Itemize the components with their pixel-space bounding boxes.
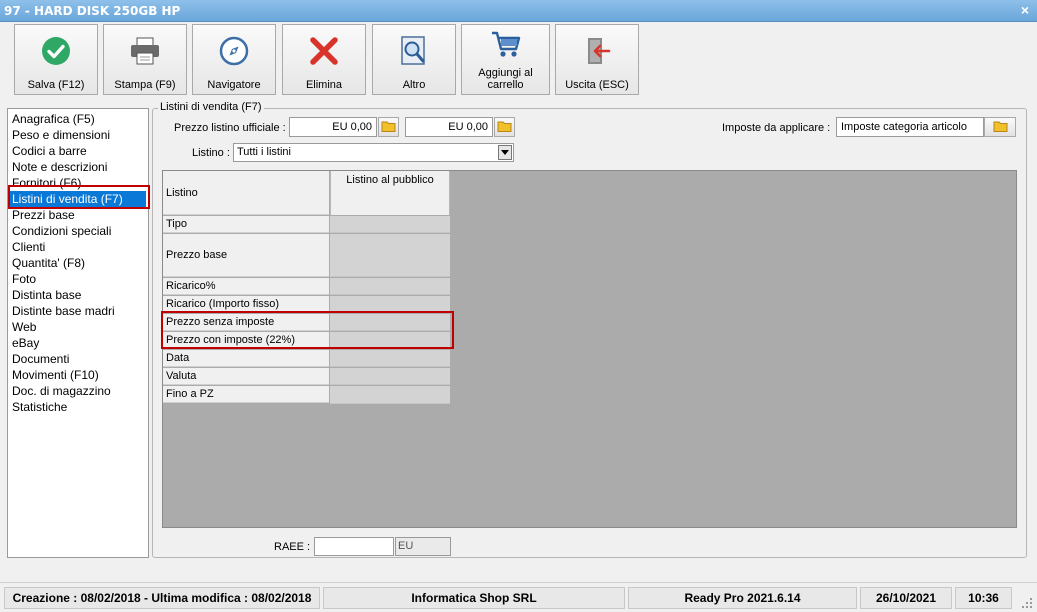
nav-item-distinte-base-madri[interactable]: Distinte base madri <box>12 303 115 319</box>
imposte-lookup-button[interactable] <box>984 117 1016 137</box>
nav-item-ebay[interactable]: eBay <box>12 335 39 351</box>
navigator-button[interactable]: Navigatore <box>192 24 276 95</box>
grid-cell-data[interactable] <box>330 350 450 367</box>
listino-label: Listino : <box>192 147 230 159</box>
document-search-icon <box>399 35 429 70</box>
toolbar: Salva (F12) Stampa (F9) Navigatore Elimi… <box>0 22 1037 98</box>
raee-field[interactable] <box>314 537 394 556</box>
nav-item-movimenti[interactable]: Movimenti (F10) <box>12 367 99 383</box>
rows-highlight-box <box>161 311 454 349</box>
row-header-valuta: Valuta <box>163 368 329 385</box>
exit-icon <box>582 35 612 70</box>
nav-item-statistiche[interactable]: Statistiche <box>12 399 67 415</box>
nav-item-doc-magazzino[interactable]: Doc. di magazzino <box>12 383 111 399</box>
grid-cell-prezzo-base[interactable] <box>330 234 450 277</box>
nav-item-note-descrizioni[interactable]: Note e descrizioni <box>12 159 107 175</box>
print-label: Stampa (F9) <box>114 79 176 91</box>
nav-item-distinta-base[interactable]: Distinta base <box>12 287 81 303</box>
status-bar: Creazione : 08/02/2018 - Ultima modifica… <box>0 582 1037 612</box>
row-header-prezzo-base: Prezzo base <box>163 234 329 277</box>
more-label: Altro <box>402 79 426 91</box>
status-date: 26/10/2021 <box>860 587 952 609</box>
delete-x-icon <box>308 35 340 70</box>
navigator-label: Navigatore <box>207 79 261 91</box>
printer-icon <box>129 36 161 69</box>
nav-item-quantita[interactable]: Quantita' (F8) <box>12 255 85 271</box>
row-header-ricarico: Ricarico% <box>163 278 329 295</box>
prezzo-listino-label: Prezzo listino ufficiale : <box>174 122 286 134</box>
status-version: Ready Pro 2021.6.14 <box>628 587 857 609</box>
exit-label: Uscita (ESC) <box>565 79 629 91</box>
window-title: 97 - HARD DISK 250GB HP <box>4 4 181 18</box>
prezzo-listino-field-2[interactable]: EU 0,00 <box>405 117 493 137</box>
prezzo-listino-field-1[interactable]: EU 0,00 <box>289 117 377 137</box>
grid-cell-valuta[interactable] <box>330 368 450 385</box>
imposte-field[interactable]: Imposte categoria articolo <box>836 117 984 137</box>
row-header-tipo: Tipo <box>163 216 329 233</box>
nav-item-prezzi-base[interactable]: Prezzi base <box>12 207 75 223</box>
row-header-fino-a-pz: Fino a PZ <box>163 386 329 403</box>
nav-item-foto[interactable]: Foto <box>12 271 36 287</box>
check-icon <box>41 36 71 69</box>
folder-icon <box>497 120 512 135</box>
nav-item-condizioni-speciali[interactable]: Condizioni speciali <box>12 223 111 239</box>
status-time: 10:36 <box>955 587 1012 609</box>
delete-label: Elimina <box>305 79 343 91</box>
group-title: Listini di vendita (F7) <box>158 101 264 113</box>
print-button[interactable]: Stampa (F9) <box>103 24 187 95</box>
nav-item-peso-dimensioni[interactable]: Peso e dimensioni <box>12 127 110 143</box>
close-icon[interactable]: × <box>1021 2 1029 18</box>
chevron-down-icon[interactable] <box>498 145 512 160</box>
nav-item-documenti[interactable]: Documenti <box>12 351 69 367</box>
section-nav: Anagrafica (F5) Peso e dimensioni Codici… <box>7 108 149 558</box>
folder-icon <box>993 120 1008 135</box>
column-header-listino-pubblico[interactable]: Listino al pubblico <box>330 171 450 215</box>
grid-cell-fino-a-pz[interactable] <box>330 386 450 404</box>
nav-highlight-box <box>8 185 150 209</box>
raee-label: RAEE : <box>274 541 311 553</box>
listino-select[interactable]: Tutti i listini <box>233 143 514 162</box>
grid-cell-ricarico[interactable] <box>330 278 450 295</box>
save-button[interactable]: Salva (F12) <box>14 24 98 95</box>
add-to-cart-label: Aggiungi al carrello <box>478 67 533 91</box>
cart-icon <box>490 30 522 63</box>
delete-button[interactable]: Elimina <box>282 24 366 95</box>
row-header-data: Data <box>163 350 329 367</box>
nav-item-web[interactable]: Web <box>12 319 36 335</box>
status-dates: Creazione : 08/02/2018 - Ultima modifica… <box>4 587 320 609</box>
prezzo-lookup-button-1[interactable] <box>378 117 399 137</box>
folder-icon <box>381 120 396 135</box>
more-button[interactable]: Altro <box>372 24 456 95</box>
raee-unit: EU <box>395 537 451 556</box>
save-label: Salva (F12) <box>27 79 85 91</box>
compass-icon <box>219 36 249 69</box>
add-to-cart-button[interactable]: Aggiungi al carrello <box>461 24 550 95</box>
status-company: Informatica Shop SRL <box>323 587 625 609</box>
row-header-listino: Listino <box>163 171 329 215</box>
imposte-label: Imposte da applicare : <box>722 122 831 134</box>
nav-item-anagrafica[interactable]: Anagrafica (F5) <box>12 111 95 127</box>
title-bar: 97 - HARD DISK 250GB HP × <box>0 0 1037 22</box>
nav-item-clienti[interactable]: Clienti <box>12 239 45 255</box>
exit-button[interactable]: Uscita (ESC) <box>555 24 639 95</box>
nav-item-codici-barre[interactable]: Codici a barre <box>12 143 87 159</box>
listino-select-value: Tutti i listini <box>237 146 291 158</box>
resize-grip-icon[interactable] <box>1021 597 1033 609</box>
prezzo-lookup-button-2[interactable] <box>494 117 515 137</box>
grid-cell-tipo[interactable] <box>330 216 450 233</box>
